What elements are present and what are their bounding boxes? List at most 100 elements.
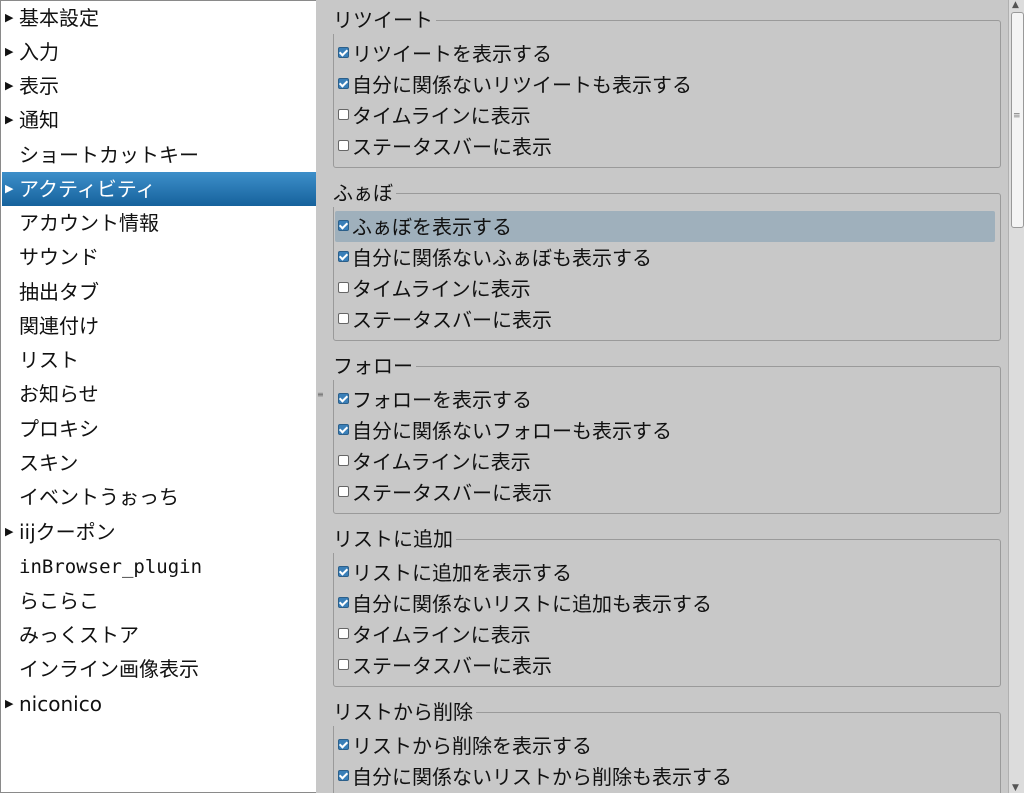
option-row[interactable]: 自分に関係ないリツイートも表示する [335,69,995,100]
checkbox-checked-icon[interactable] [338,424,349,435]
vertical-scrollbar[interactable]: ▲ ≡ ▼ [1008,0,1024,793]
tree-item-skin[interactable]: スキン [2,446,316,480]
option-row[interactable]: 自分に関係ないリストに追加も表示する [335,588,995,619]
checkbox-unchecked-icon[interactable] [338,659,349,670]
checkbox-checked-icon[interactable] [338,770,349,781]
checkbox-unchecked-icon[interactable] [338,628,349,639]
tree-item-shortcut-keys[interactable]: ショートカットキー [2,138,316,172]
group-title: ふぁぼ [333,179,396,207]
checkbox-unchecked-icon[interactable] [338,140,349,151]
checkbox-checked-icon[interactable] [338,47,349,58]
option-label: 自分に関係ないリストから削除も表示する [352,765,732,789]
checkbox-checked-icon[interactable] [338,739,349,750]
scroll-up-arrow-icon[interactable]: ▲ [1012,0,1019,10]
tree-item-label: インライン画像表示 [19,657,199,681]
tree-item-notification[interactable]: ▶ 通知 [2,103,316,137]
option-label: 自分に関係ないリストに追加も表示する [352,592,712,616]
tree-item-list[interactable]: リスト [2,343,316,377]
tree-item-association[interactable]: 関連付け [2,309,316,343]
settings-category-tree[interactable]: ▶ 基本設定 ▶ 入力 ▶ 表示 ▶ 通知 ショートカットキー ▶ アクティビテ… [0,0,317,793]
option-row[interactable]: 自分に関係ないフォローも表示する [335,415,995,446]
tree-item-label: アクティビティ [19,177,156,201]
tree-item-label: 表示 [19,74,59,98]
scroll-down-arrow-icon[interactable]: ▼ [1012,783,1019,793]
expand-arrow-icon[interactable]: ▶ [5,69,17,103]
option-row[interactable]: ステータスバーに表示 [335,477,995,508]
option-row[interactable]: ステータスバーに表示 [335,650,995,681]
group-list-add: リストに追加 リストに追加を表示する 自分に関係ないリストに追加も表示する タイ… [333,525,1001,689]
tree-item-announcements[interactable]: お知らせ [2,377,316,411]
group-title: リストに追加 [333,525,456,553]
thumb-grip-icon: ≡ [1013,111,1021,121]
group-retweet: リツイート リツイートを表示する 自分に関係ないリツイートも表示する タイムライ… [333,6,1001,170]
pane-splitter[interactable]: ≡ [316,0,326,793]
checkbox-checked-icon[interactable] [338,393,349,404]
option-row[interactable]: タイムラインに表示 [335,100,995,131]
option-label: 自分に関係ないリツイートも表示する [352,73,692,97]
tree-item-mikku-store[interactable]: みっくストア [2,618,316,652]
expand-arrow-icon[interactable]: ▶ [5,515,17,549]
tree-item-extraction-tab[interactable]: 抽出タブ [2,275,316,309]
tree-item-label: 抽出タブ [19,280,99,304]
checkbox-checked-icon[interactable] [338,566,349,577]
expand-arrow-icon[interactable]: ▶ [5,172,17,206]
tree-item-account-info[interactable]: アカウント情報 [2,206,316,240]
option-label: 自分に関係ないフォローも表示する [352,419,672,443]
tree-item-label: イベントうぉっち [19,485,179,509]
option-row[interactable]: タイムラインに表示 [335,273,995,304]
option-row[interactable]: リストから削除を表示する [335,730,995,761]
option-row[interactable]: タイムラインに表示 [335,446,995,477]
tree-item-label: iijクーポン [19,520,116,544]
option-label: リツイートを表示する [352,42,552,66]
group-title: リツイート [333,6,436,34]
option-row[interactable]: ふぁぼを表示する [335,211,995,242]
group-list-remove: リストから削除 リストから削除を表示する 自分に関係ないリストから削除も表示する [333,698,1001,793]
expand-arrow-icon[interactable]: ▶ [5,1,17,35]
checkbox-checked-icon[interactable] [338,597,349,608]
option-row[interactable]: タイムラインに表示 [335,619,995,650]
checkbox-checked-icon[interactable] [338,78,349,89]
expand-arrow-icon[interactable]: ▶ [5,103,17,137]
checkbox-unchecked-icon[interactable] [338,313,349,324]
tree-item-label: ショートカットキー [19,143,199,167]
checkbox-checked-icon[interactable] [338,251,349,262]
tree-item-inline-image[interactable]: インライン画像表示 [2,652,316,686]
option-row[interactable]: ステータスバーに表示 [335,131,995,162]
checkbox-checked-icon[interactable] [338,220,349,231]
option-row[interactable]: リストに追加を表示する [335,557,995,588]
tree-item-event-watch[interactable]: イベントうぉっち [2,480,316,514]
tree-item-proxy[interactable]: プロキシ [2,412,316,446]
option-label: ステータスバーに表示 [352,135,552,159]
expand-arrow-icon[interactable]: ▶ [5,35,17,69]
group-follow: フォロー フォローを表示する 自分に関係ないフォローも表示する タイムラインに表… [333,352,1001,516]
checkbox-unchecked-icon[interactable] [338,109,349,120]
tree-item-label: 関連付け [19,314,99,338]
option-label: ステータスバーに表示 [352,654,552,678]
tree-item-sound[interactable]: サウンド [2,240,316,274]
tree-item-niconico[interactable]: ▶ niconico [2,687,316,721]
option-row[interactable]: 自分に関係ないふぁぼも表示する [335,242,995,273]
tree-item-label: niconico [19,692,102,716]
tree-item-activity[interactable]: ▶ アクティビティ [2,172,316,206]
tree-item-label: らこらこ [19,589,99,613]
group-title: リストから削除 [333,698,476,726]
tree-item-iij-coupon[interactable]: ▶ iijクーポン [2,515,316,549]
option-row[interactable]: ステータスバーに表示 [335,304,995,335]
tree-item-rakoraco[interactable]: らこらこ [2,584,316,618]
option-row[interactable]: フォローを表示する [335,384,995,415]
checkbox-unchecked-icon[interactable] [338,282,349,293]
expand-arrow-icon[interactable]: ▶ [5,687,17,721]
checkbox-unchecked-icon[interactable] [338,455,349,466]
option-row[interactable]: リツイートを表示する [335,38,995,69]
tree-item-label: アカウント情報 [19,211,159,235]
tree-item-basic-settings[interactable]: ▶ 基本設定 [2,1,316,35]
tree-item-label: 基本設定 [19,6,99,30]
option-row[interactable]: 自分に関係ないリストから削除も表示する [335,761,995,792]
group-title: フォロー [333,352,416,380]
tree-item-input[interactable]: ▶ 入力 [2,35,316,69]
tree-item-display[interactable]: ▶ 表示 [2,69,316,103]
checkbox-unchecked-icon[interactable] [338,486,349,497]
option-label: タイムラインに表示 [352,104,531,128]
tree-item-inbrowser-plugin[interactable]: inBrowser_plugin [2,550,316,584]
scrollbar-thumb[interactable]: ≡ [1011,12,1024,228]
